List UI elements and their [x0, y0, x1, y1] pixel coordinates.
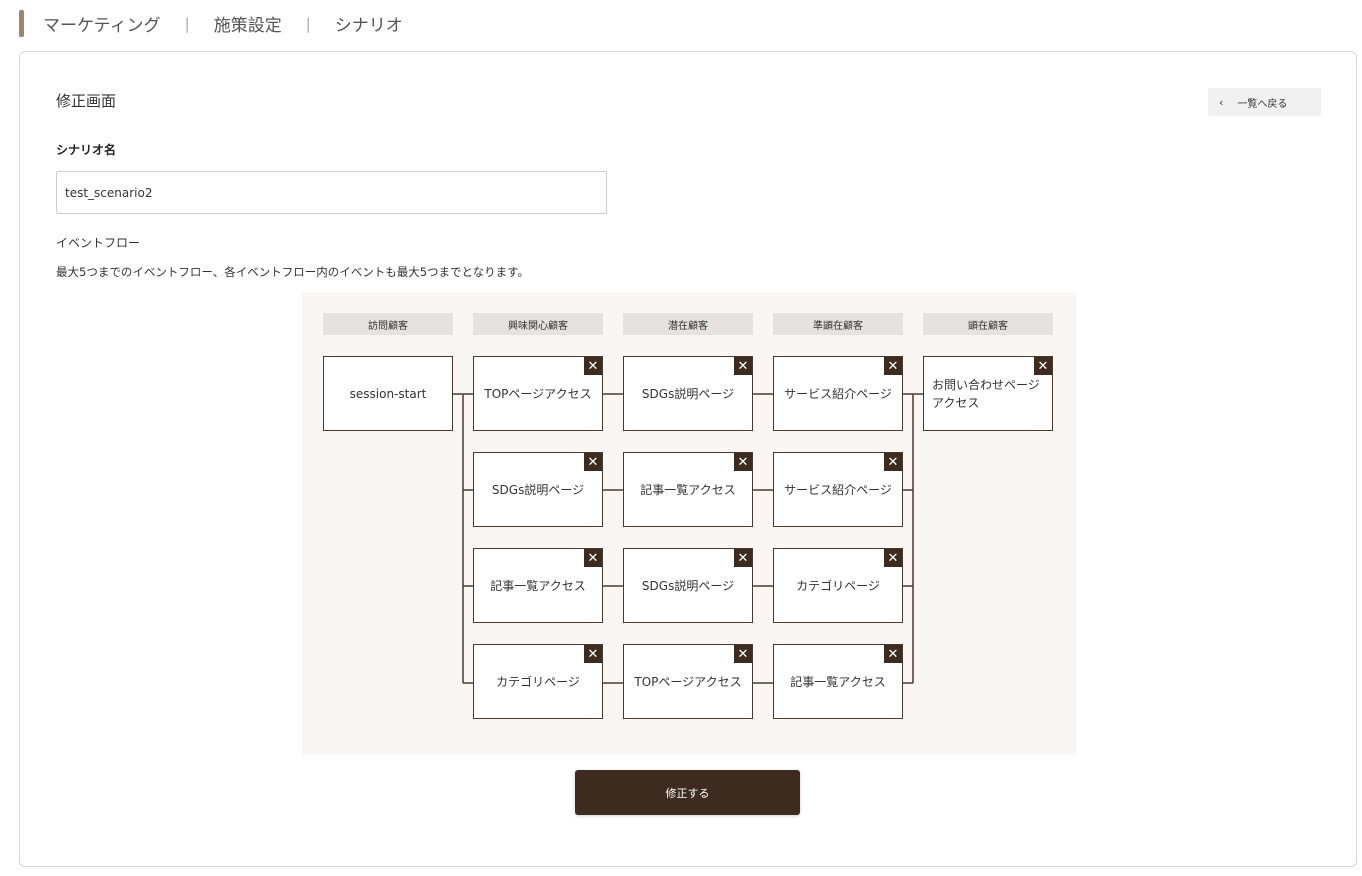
node-label: SDGs説明ページ [641, 579, 735, 593]
close-icon[interactable]: ✕ [734, 357, 752, 375]
node-label: サービス紹介ページ [784, 387, 892, 401]
page-title: 修正画面 [56, 92, 117, 110]
close-icon[interactable]: ✕ [884, 357, 902, 375]
node-label: SDGs説明ページ [641, 387, 735, 401]
start-node[interactable]: session-start [323, 356, 453, 431]
node-label: 記事一覧アクセス [640, 483, 736, 497]
event-node[interactable]: SDGs説明ページ ✕ [623, 356, 753, 431]
close-icon[interactable]: ✕ [884, 453, 902, 471]
column-header-semi-apparent: 準顕在顧客 [773, 313, 903, 335]
event-node[interactable]: カテゴリページ ✕ [773, 548, 903, 623]
column-header-visitor: 訪問顧客 [323, 313, 453, 335]
event-flow-area: 訪問顧客 興味関心顧客 潜在顧客 準顕在顧客 顕在顧客 session-star… [302, 292, 1076, 755]
breadcrumb-item-marketing[interactable]: マーケティング [43, 11, 161, 36]
close-icon[interactable]: ✕ [884, 549, 902, 567]
breadcrumb-accent-bar [19, 10, 24, 37]
column-header-potential: 潜在顧客 [623, 313, 753, 335]
close-icon[interactable]: ✕ [584, 453, 602, 471]
column-header-interested: 興味関心顧客 [473, 313, 603, 335]
node-label: TOPページアクセス [484, 387, 592, 401]
event-node[interactable]: 記事一覧アクセス ✕ [773, 644, 903, 719]
back-to-list-button[interactable]: ‹ 一覧へ戻る [1208, 88, 1321, 116]
breadcrumb-separator: | [184, 14, 190, 33]
close-icon[interactable]: ✕ [884, 645, 902, 663]
back-button-label: 一覧へ戻る [1237, 98, 1288, 110]
close-icon[interactable]: ✕ [1034, 357, 1052, 375]
main-card: 修正画面 ‹ 一覧へ戻る シナリオ名 イベントフロー 最大5つまでのイベントフロ… [19, 51, 1357, 867]
node-label: TOPページアクセス [634, 675, 742, 689]
node-label: 記事一覧アクセス [790, 675, 886, 689]
event-node[interactable]: 記事一覧アクセス ✕ [473, 548, 603, 623]
event-node[interactable]: サービス紹介ページ ✕ [773, 356, 903, 431]
chevron-left-icon: ‹ [1219, 95, 1224, 109]
node-label: カテゴリページ [496, 675, 580, 689]
end-node[interactable]: お問い合わせページアクセス ✕ [923, 356, 1053, 431]
breadcrumb-item-scenario: シナリオ [334, 16, 403, 36]
event-node[interactable]: TOPページアクセス ✕ [473, 356, 603, 431]
event-node[interactable]: 記事一覧アクセス ✕ [623, 452, 753, 527]
submit-button-label: 修正する [665, 786, 710, 800]
event-flow-note: 最大5つまでのイベントフロー、各イベントフロー内のイベントも最大5つまでとなりま… [56, 265, 530, 279]
column-header-apparent: 顕在顧客 [923, 313, 1053, 335]
breadcrumb: マーケティング | 施策設定 | シナリオ [19, 10, 403, 37]
scenario-name-input[interactable] [56, 171, 607, 214]
event-node[interactable]: TOPページアクセス ✕ [623, 644, 753, 719]
node-label: お問い合わせページアクセス [932, 377, 1040, 410]
breadcrumb-item-campaign-settings[interactable]: 施策設定 [214, 11, 282, 36]
close-icon[interactable]: ✕ [584, 549, 602, 567]
node-label: SDGs説明ページ [491, 483, 585, 497]
close-icon[interactable]: ✕ [584, 645, 602, 663]
event-node[interactable]: カテゴリページ ✕ [473, 644, 603, 719]
event-flow-label: イベントフロー [56, 236, 141, 250]
scenario-name-label: シナリオ名 [56, 143, 117, 157]
close-icon[interactable]: ✕ [734, 645, 752, 663]
node-label: サービス紹介ページ [784, 483, 892, 497]
event-node[interactable]: SDGs説明ページ ✕ [473, 452, 603, 527]
close-icon[interactable]: ✕ [584, 357, 602, 375]
node-label: カテゴリページ [796, 579, 880, 593]
node-label: 記事一覧アクセス [490, 579, 586, 593]
event-node[interactable]: サービス紹介ページ ✕ [773, 452, 903, 527]
breadcrumb-separator: | [305, 14, 311, 33]
submit-update-button[interactable]: 修正する [575, 770, 800, 815]
close-icon[interactable]: ✕ [734, 549, 752, 567]
event-node[interactable]: SDGs説明ページ ✕ [623, 548, 753, 623]
node-label: session-start [349, 386, 427, 401]
close-icon[interactable]: ✕ [734, 453, 752, 471]
